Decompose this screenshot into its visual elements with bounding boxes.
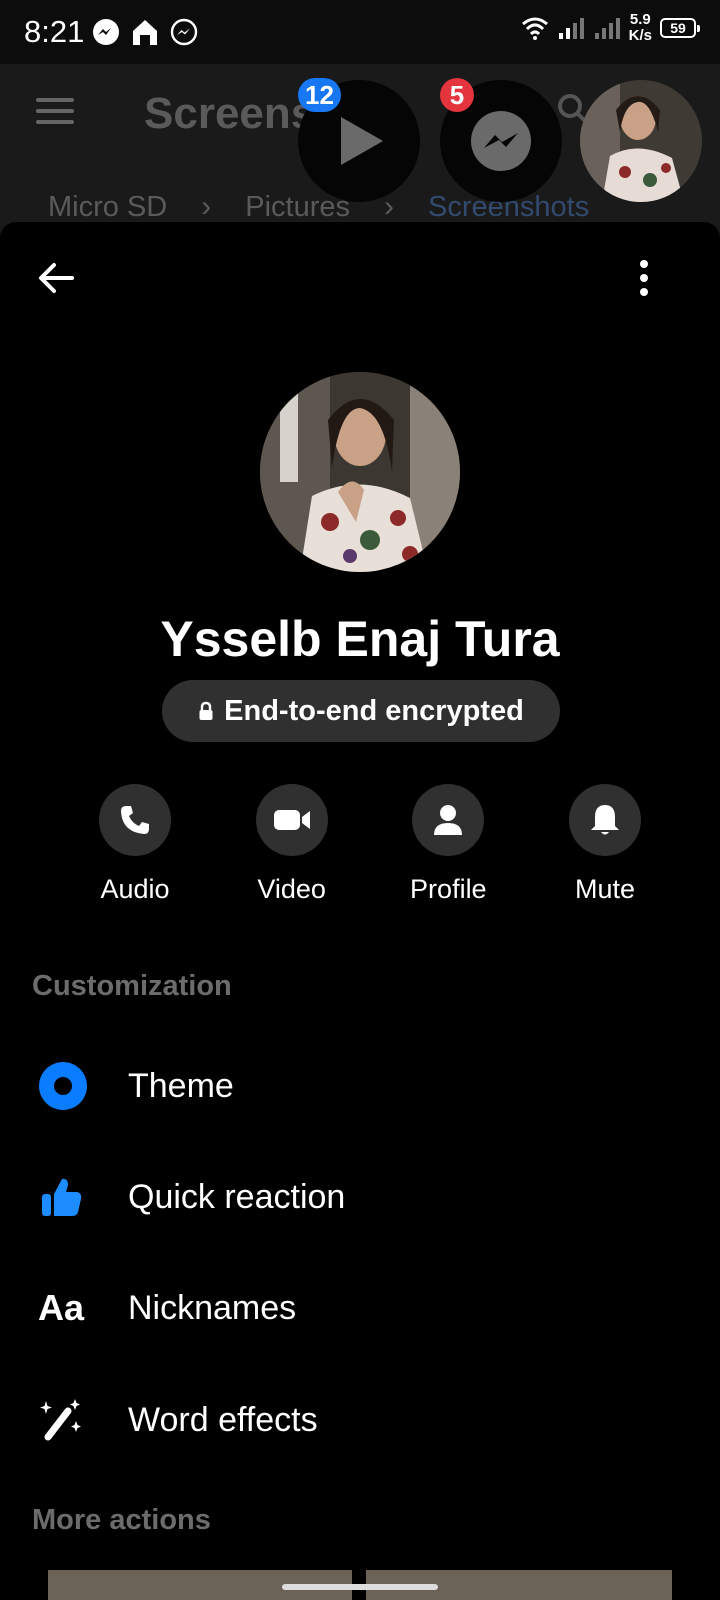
breadcrumb-item: Micro SD: [48, 190, 168, 223]
more-vert-icon: [640, 260, 648, 296]
home-notification-icon: [133, 20, 157, 45]
wifi-icon: [521, 17, 548, 40]
background-app-title: Screens: [144, 89, 316, 138]
person-icon: [434, 805, 463, 835]
messenger-outline-notification-icon: [170, 18, 198, 46]
encryption-pill[interactable]: End-to-end encrypted: [162, 680, 560, 742]
messenger-unread-badge: 5: [440, 78, 474, 112]
bell-icon: [590, 805, 619, 835]
quick-actions: Audio Video Profile Mute: [70, 784, 670, 905]
status-right-icons: 5.9 K/s 59: [521, 12, 700, 44]
chat-settings-sheet: Ysselb Enaj Tura End-to-end encrypted Au…: [0, 222, 720, 1570]
back-arrow-icon: [39, 263, 74, 293]
status-time: 8:21: [24, 14, 85, 49]
contact-name: Ysselb Enaj Tura: [160, 611, 560, 667]
audio-label: Audio: [100, 874, 170, 904]
text-aa-icon: Aa: [38, 1287, 85, 1328]
encryption-label: End-to-end encrypted: [224, 694, 524, 727]
signal-sim1-icon: [558, 18, 584, 39]
mute-circle[interactable]: [568, 784, 641, 856]
network-speed-unit: K/s: [628, 27, 652, 44]
nicknames-row[interactable]: Aa Nicknames: [0, 1260, 720, 1356]
avatar-photo: [260, 372, 460, 572]
quick-reaction-row[interactable]: Quick reaction: [0, 1149, 720, 1245]
status-notification-icons: [92, 17, 198, 47]
network-speed: 5.9 K/s: [629, 12, 652, 44]
video-call-button[interactable]: Video: [227, 784, 357, 905]
more-actions-section-title: More actions: [32, 1504, 211, 1536]
theme-label: Theme: [128, 1066, 234, 1105]
theme-row[interactable]: Theme: [0, 1038, 720, 1134]
profile-button[interactable]: Profile: [383, 784, 513, 905]
profile-circle[interactable]: [412, 784, 485, 856]
audio-call-circle[interactable]: [99, 784, 171, 856]
messenger-icon: [471, 111, 531, 171]
lock-icon: [199, 701, 213, 720]
signal-sim2-icon: [594, 18, 620, 39]
back-button[interactable]: [34, 256, 78, 300]
network-speed-value: 5.9: [629, 11, 651, 28]
profile-avatar[interactable]: [260, 372, 460, 572]
quick-reaction-label: Quick reaction: [128, 1177, 346, 1216]
messenger-notification-icon: [93, 19, 119, 45]
profile-label: Profile: [410, 874, 487, 904]
play-icon: [341, 117, 383, 165]
theme-icon: [39, 1062, 87, 1110]
word-effects-label: Word effects: [128, 1400, 318, 1439]
video-call-circle[interactable]: [255, 784, 328, 856]
nicknames-label: Nicknames: [128, 1288, 297, 1327]
customization-section-title: Customization: [32, 970, 232, 1002]
magic-wand-icon: [40, 1399, 81, 1441]
mute-label: Mute: [574, 874, 635, 904]
video-unread-badge: 12: [298, 78, 341, 112]
menu-icon: [36, 98, 74, 124]
contact-chat-head-avatar[interactable]: [580, 80, 702, 202]
more-options-button[interactable]: [622, 256, 666, 300]
home-indicator[interactable]: [282, 1584, 438, 1590]
avatar-photo: [580, 80, 702, 202]
thumbs-up-icon: [42, 1178, 82, 1216]
status-bar: 8:21 5.9 K/s 59: [0, 0, 720, 64]
word-effects-row[interactable]: Word effects: [0, 1372, 720, 1468]
chevron-right-icon: ›: [201, 190, 212, 223]
video-camera-icon: [273, 810, 310, 830]
video-label: Video: [257, 874, 326, 904]
battery-icon: 59: [660, 18, 700, 38]
phone-icon: [121, 806, 149, 834]
audio-call-button[interactable]: Audio: [70, 784, 200, 905]
mute-button[interactable]: Mute: [540, 784, 670, 905]
